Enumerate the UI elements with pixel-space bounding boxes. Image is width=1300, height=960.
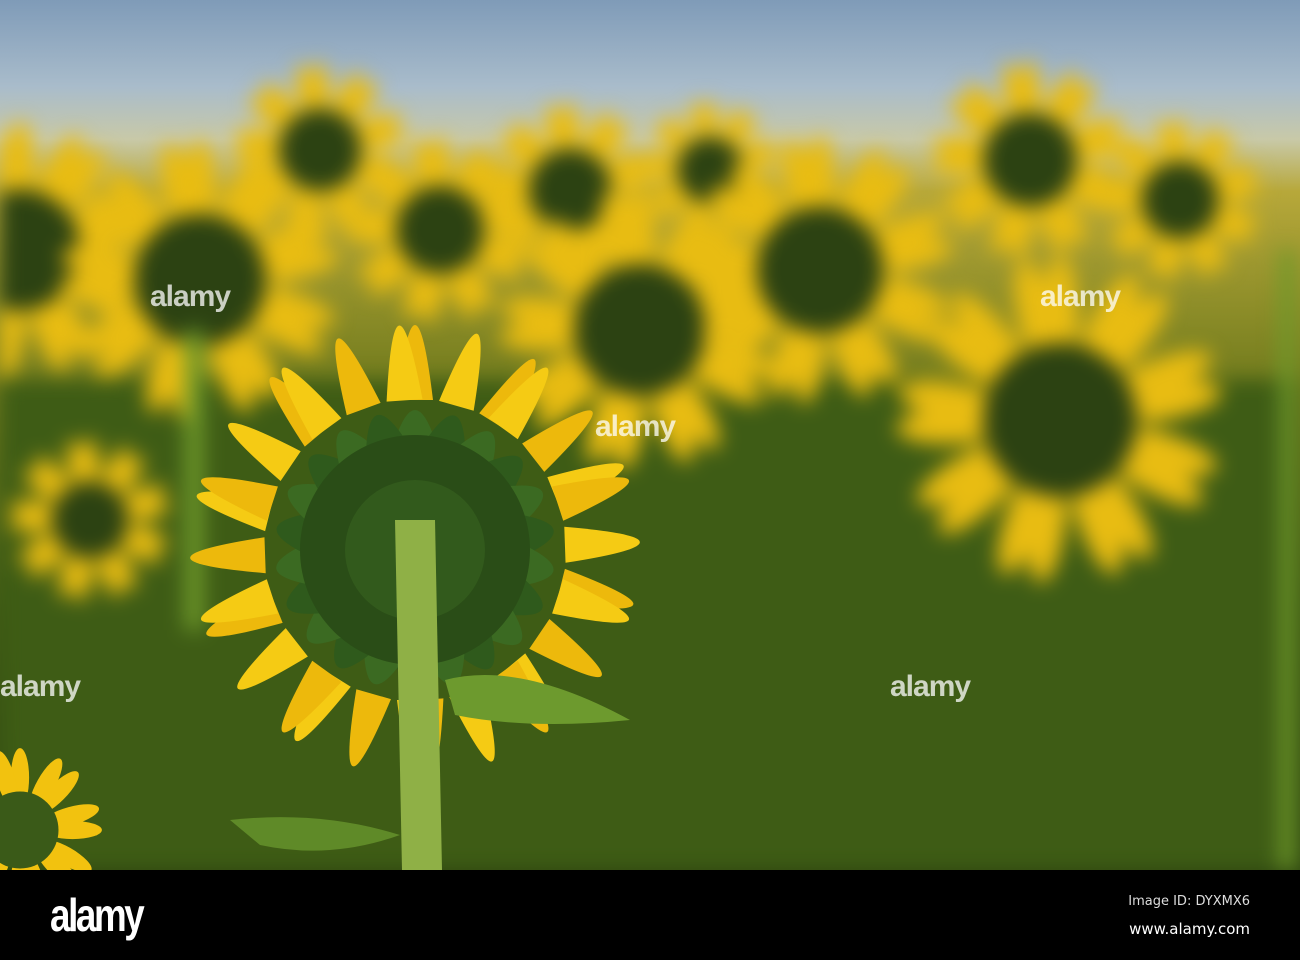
- watermark: alamy: [890, 670, 971, 703]
- petal: [237, 628, 308, 690]
- petal: [349, 689, 391, 767]
- leaf: [445, 675, 630, 724]
- watermark: alamy: [150, 280, 231, 313]
- petal: [335, 338, 381, 416]
- watermark: alamy: [595, 410, 676, 443]
- petal: [564, 526, 640, 563]
- petal: [190, 537, 266, 574]
- footer-bar: alamy Image ID: DYXMX6 www.alamy.com: [0, 870, 1300, 960]
- leaf: [230, 817, 400, 851]
- petal: [522, 410, 593, 472]
- watermark: alamy: [1040, 280, 1121, 313]
- sunflower-photo: alamy alamy alamy alamy alamy: [0, 0, 1300, 870]
- watermark: alamy: [0, 670, 81, 703]
- alamy-logo: alamy: [50, 889, 145, 941]
- petal: [439, 333, 481, 411]
- image-id: Image ID: DYXMX6: [1128, 894, 1250, 909]
- website-link[interactable]: www.alamy.com: [1129, 920, 1250, 938]
- stem: [395, 520, 442, 870]
